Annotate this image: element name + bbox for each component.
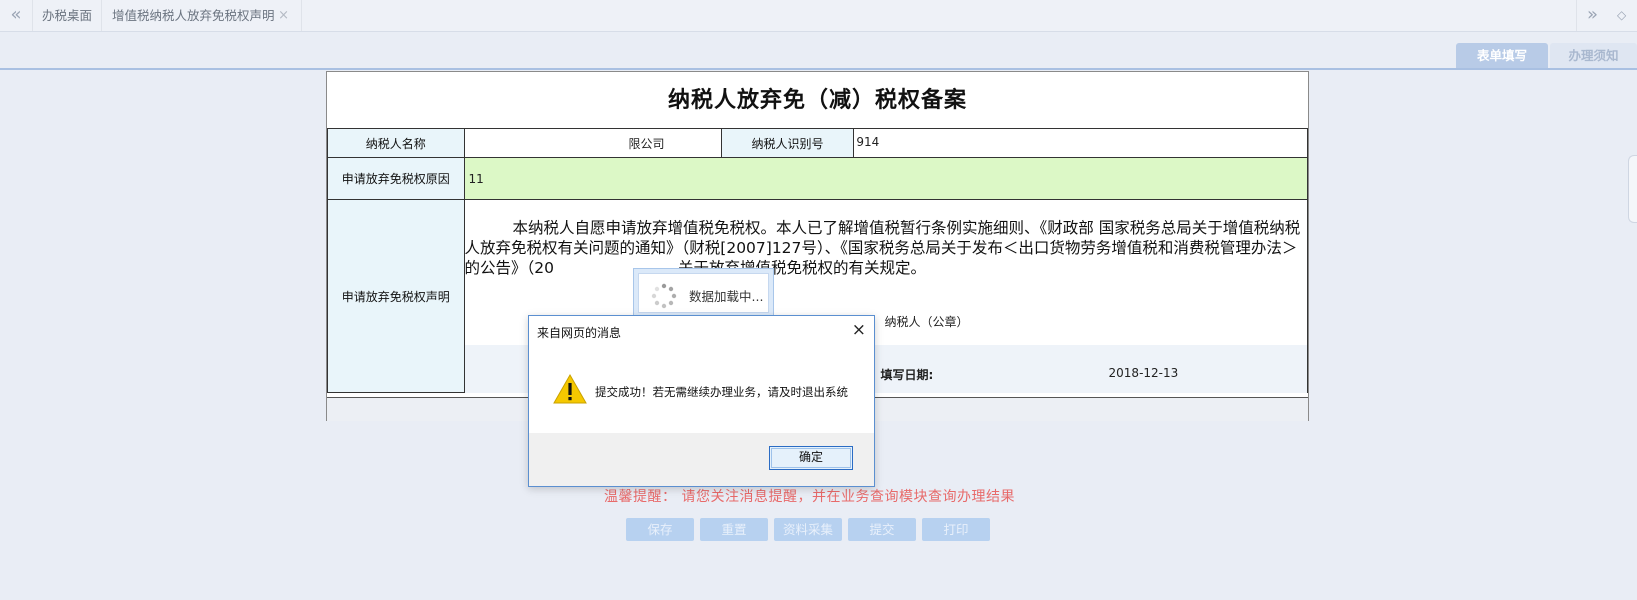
dialog-message: 提交成功！若无需继续办理业务，请及时退出系统 — [595, 385, 848, 399]
collect-button[interactable]: 资料采集 — [774, 518, 842, 541]
tabs-right-controls: » ◇ — [1576, 0, 1637, 31]
taxpayer-name-field[interactable]: 限公司 — [463, 128, 722, 158]
subtabs-divider — [0, 68, 1637, 70]
loading-text: 数据加载中... — [689, 289, 764, 304]
tab-vat-label: 增值税纳税人放弃免税权声明 — [112, 8, 275, 23]
ok-button[interactable]: 确定 — [769, 446, 853, 470]
tabs-scroll-left-icon[interactable]: « — [0, 0, 33, 31]
side-panel-handle[interactable] — [1628, 155, 1637, 223]
spinner-icon — [651, 283, 677, 309]
reset-button[interactable]: 重置 — [700, 518, 768, 541]
fill-date-label: 填写日期: — [880, 368, 934, 382]
save-button[interactable]: 保存 — [626, 518, 694, 541]
loading-popup: 数据加载中... — [633, 268, 774, 318]
dialog-close-icon[interactable]: × — [852, 320, 866, 340]
reason-label: 申请放弃免税权原因 — [327, 157, 465, 200]
fill-date-value: 2018-12-13 — [1108, 366, 1179, 380]
tabs-scroll-right-icon[interactable]: » — [1587, 0, 1598, 29]
statement-text: 本纳税人自愿申请放弃增值税免税权。本人已了解增值税暂行条例实施细则、《财政部 国… — [464, 219, 1301, 277]
loading-inner: 数据加载中... — [638, 273, 769, 313]
taxpayer-name-value: 限公司 — [628, 137, 665, 151]
tab-bar: « 办税桌面 增值税纳税人放弃免税权声明 × » ◇ — [0, 0, 1637, 32]
tabs-menu-icon[interactable]: ◇ — [1617, 1, 1626, 30]
statement-label: 申请放弃免税权声明 — [327, 199, 465, 393]
tab-vat-waiver-statement[interactable]: 增值税纳税人放弃免税权声明 × — [102, 0, 302, 31]
taxpayer-id-field[interactable]: 914 — [853, 128, 1308, 158]
tab-close-icon[interactable]: × — [278, 0, 289, 31]
alert-dialog: 来自网页的消息 × 提交成功！若无需继续办理业务，请及时退出系统 确定 — [528, 315, 875, 487]
taxpayer-name-label: 纳税人名称 — [327, 128, 465, 158]
form-title: 纳税人放弃免（减）税权备案 — [667, 87, 967, 113]
subtab-form-fill[interactable]: 表单填写 — [1456, 43, 1548, 69]
reason-input[interactable]: 11 — [463, 157, 1309, 200]
submit-button[interactable]: 提交 — [848, 518, 916, 541]
taxpayer-id-label: 纳税人识别号 — [720, 128, 855, 158]
dialog-footer: 确定 — [529, 433, 874, 486]
reminder-text: 温馨提醒： 请您关注消息提醒，并在业务查询模块查询办理结果 — [604, 489, 1015, 505]
subtab-notice[interactable]: 办理须知 — [1550, 43, 1637, 69]
seal-label: 纳税人（公章） — [884, 315, 969, 329]
dialog-title: 来自网页的消息 — [537, 326, 622, 340]
warning-icon — [553, 374, 587, 404]
taxpayer-id-value: 914 — [856, 135, 880, 149]
tab-tax-desktop[interactable]: 办税桌面 — [33, 0, 102, 31]
print-button[interactable]: 打印 — [922, 518, 990, 541]
